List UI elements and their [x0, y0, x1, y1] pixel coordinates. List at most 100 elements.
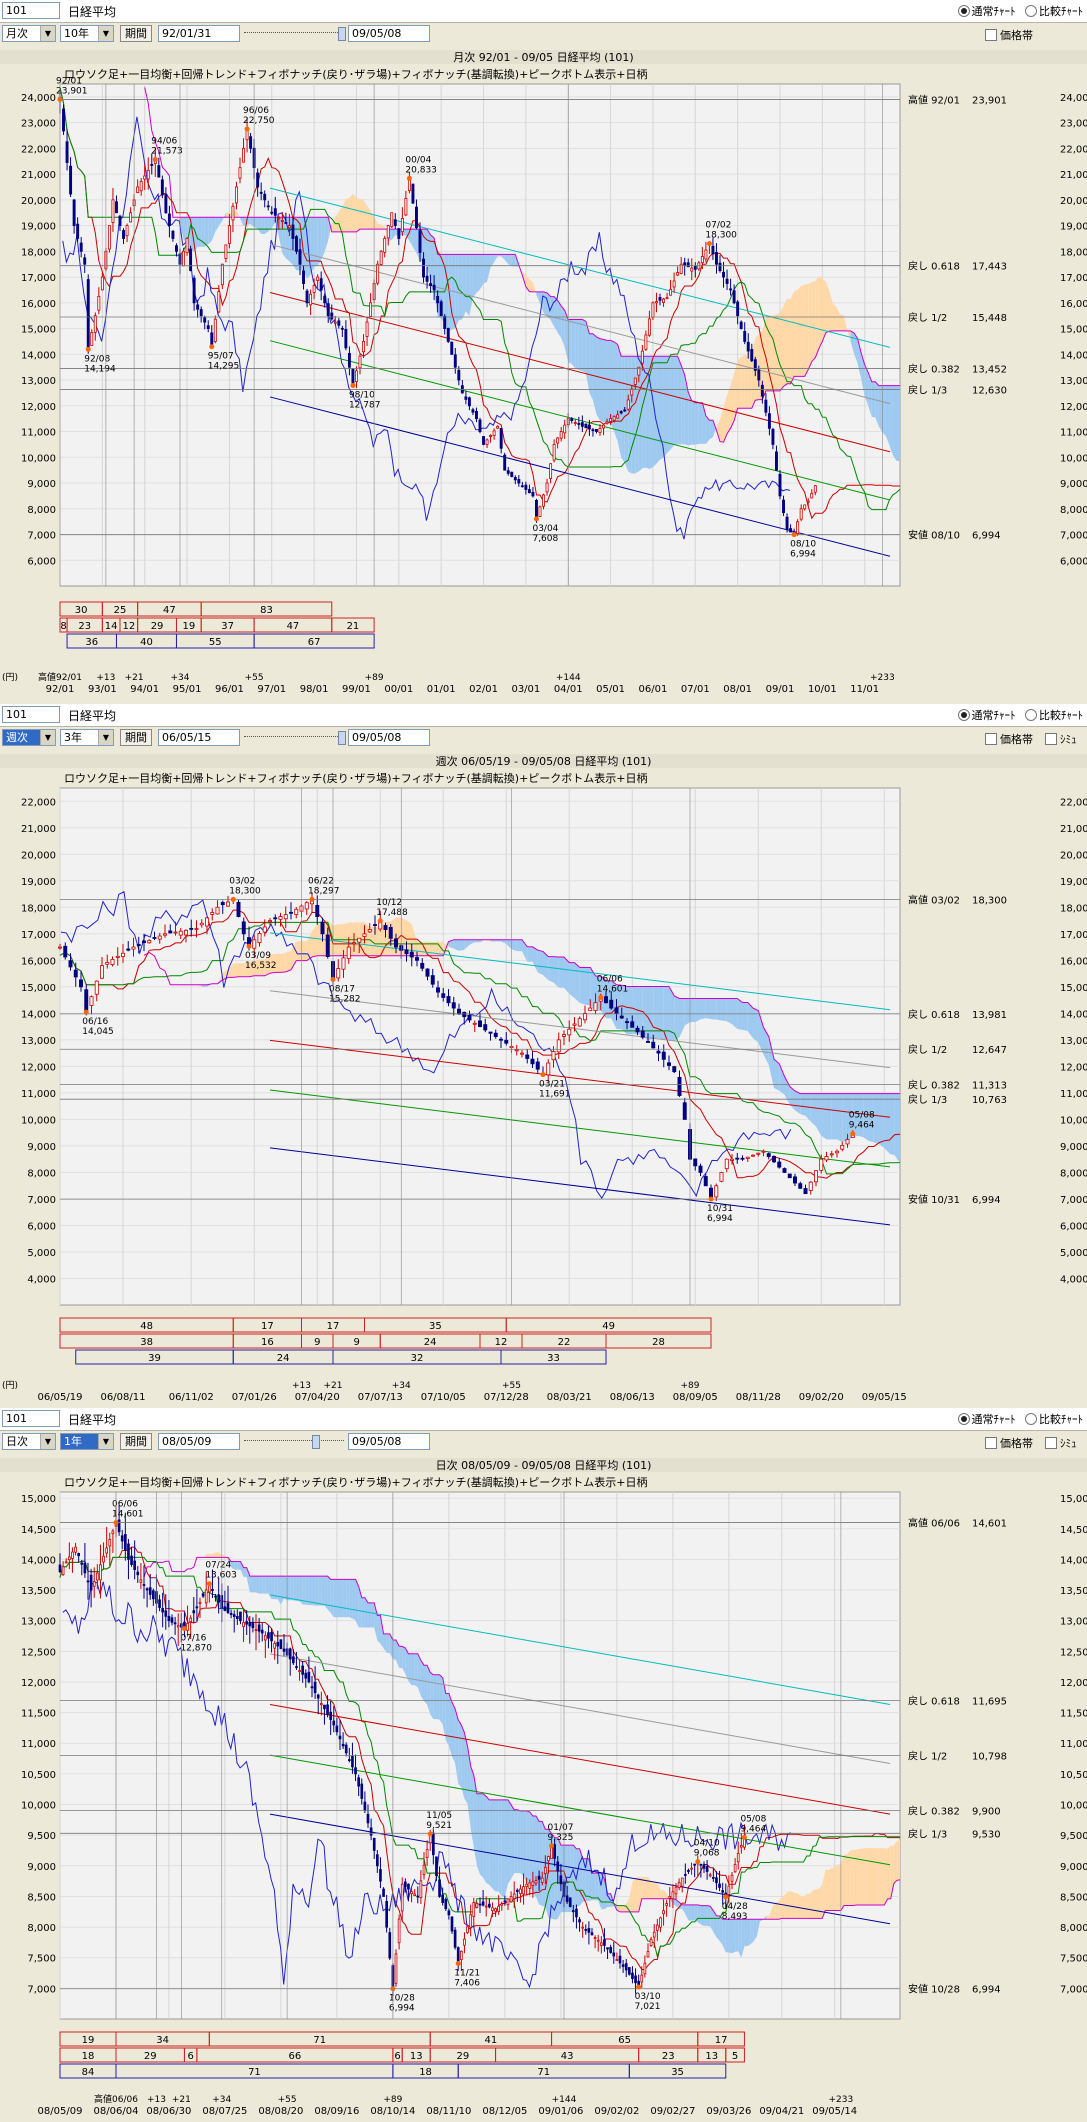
- cycle-count-label: 66: [289, 2051, 302, 2062]
- ichimoku-cloud: [879, 1093, 885, 1148]
- cycle-count-label: 35: [429, 1321, 442, 1332]
- candle-body: [388, 927, 393, 939]
- peak-value-label: 9,068: [694, 1849, 720, 1859]
- ichimoku-cloud: [564, 957, 570, 994]
- fib-level-value: 11,695: [972, 1697, 1007, 1708]
- ichimoku-cloud: [632, 1877, 636, 1912]
- ichimoku-cloud: [321, 1576, 325, 1606]
- chevron-down-icon[interactable]: ▼: [98, 26, 113, 41]
- chevron-down-icon[interactable]: ▼: [40, 1434, 55, 1449]
- code-input[interactable]: 101: [2, 706, 60, 723]
- period-button[interactable]: 期間: [120, 729, 152, 746]
- simulation-checkbox[interactable]: ｼﾐｭ: [1045, 1435, 1077, 1451]
- date-from-input[interactable]: 92/01/31: [158, 25, 240, 42]
- normal-chart-radio[interactable]: [957, 1413, 970, 1425]
- compare-chart-radio[interactable]: [1025, 1413, 1037, 1425]
- candle-body: [785, 516, 789, 530]
- candle-body: [625, 1021, 629, 1024]
- ichimoku-cloud: [781, 1894, 785, 1919]
- period-slider-track[interactable]: [244, 736, 344, 738]
- chevron-down-icon[interactable]: ▼: [40, 26, 55, 41]
- ichimoku-cloud: [716, 998, 722, 1021]
- code-input[interactable]: 101: [2, 2, 60, 19]
- candle-body: [499, 1038, 503, 1041]
- candle-body: [658, 297, 662, 301]
- span-select[interactable]: 1年 ▼: [60, 1433, 114, 1450]
- span-select[interactable]: 10年 ▼: [60, 25, 114, 42]
- time-cycle-label: +89: [365, 673, 384, 683]
- candle-body: [467, 397, 471, 407]
- candle-body: [429, 283, 433, 287]
- period-type-select[interactable]: 月次 ▼: [2, 25, 56, 42]
- candle-body: [252, 939, 257, 949]
- y-tick-label-left: 7,000: [27, 1984, 56, 1995]
- simulation-checkbox[interactable]: ｼﾐｭ: [1045, 731, 1077, 747]
- ichimoku-cloud: [818, 276, 823, 349]
- normal-chart-radio[interactable]: [957, 709, 970, 721]
- date-from-input[interactable]: 06/05/15: [158, 729, 240, 746]
- chevron-down-icon[interactable]: ▼: [98, 1434, 113, 1449]
- date-to-input[interactable]: 09/05/08: [348, 25, 430, 42]
- span-select[interactable]: 3年 ▼: [60, 729, 114, 746]
- cycle-count-label: 6: [394, 2051, 400, 2062]
- y-tick-label-right: 9,000: [1060, 1142, 1087, 1153]
- period-button[interactable]: 期間: [120, 1433, 152, 1450]
- period-slider-handle[interactable]: [312, 1435, 320, 1449]
- normal-chart-label: 通常ﾁｬｰﾄ: [971, 1413, 1016, 1426]
- candle-body: [76, 223, 80, 239]
- period-slider-track[interactable]: [244, 32, 344, 34]
- y-tick-label-left: 18,000: [21, 247, 56, 258]
- candle-body: [362, 933, 367, 937]
- cycle-count-label: 49: [602, 1321, 615, 1332]
- y-tick-label-right: 21,000: [1060, 170, 1087, 181]
- candle-body: [656, 1924, 659, 1931]
- period-type-select[interactable]: 日次 ▼: [2, 1433, 56, 1450]
- ichimoku-cloud: [894, 1093, 900, 1164]
- ichimoku-cloud: [804, 283, 809, 377]
- ichimoku-cloud: [688, 1904, 692, 1921]
- cycle-count-label: 47: [163, 605, 176, 616]
- cycle-count-label: 16: [261, 1337, 274, 1348]
- candle-body: [469, 1914, 473, 1928]
- date-to-input[interactable]: 09/05/08: [348, 1433, 430, 1450]
- y-tick-label-right: 7,000: [1060, 1984, 1087, 1995]
- date-to-input[interactable]: 09/05/08: [348, 729, 430, 746]
- candle-body: [587, 424, 591, 430]
- candle-body: [835, 1150, 839, 1154]
- candle-body: [283, 914, 288, 920]
- candle-body: [302, 270, 305, 284]
- period-slider-handle[interactable]: [338, 731, 346, 745]
- ichimoku-cloud: [631, 356, 636, 474]
- candle-body: [204, 1589, 208, 1604]
- period-button[interactable]: 期間: [120, 25, 152, 42]
- candle-body: [270, 211, 274, 214]
- candle-body: [478, 1903, 482, 1906]
- compare-chart-radio[interactable]: [1025, 709, 1037, 721]
- candle-body: [418, 229, 422, 253]
- candle-body: [376, 263, 380, 284]
- price-band-checkbox[interactable]: 価格帯: [985, 731, 1033, 747]
- candle-body: [553, 1844, 557, 1859]
- price-band-checkbox[interactable]: 価格帯: [985, 1435, 1033, 1451]
- chevron-down-icon[interactable]: ▼: [98, 730, 113, 745]
- period-type-select[interactable]: 週次 ▼: [2, 729, 56, 746]
- y-tick-label-right: 11,500: [1060, 1709, 1087, 1720]
- y-tick-label-right: 10,000: [1060, 1801, 1087, 1812]
- chevron-down-icon[interactable]: ▼: [40, 730, 55, 745]
- candle-body: [572, 1023, 577, 1026]
- compare-chart-radio[interactable]: [1025, 5, 1037, 17]
- candle-body: [472, 1022, 477, 1025]
- normal-chart-radio[interactable]: [957, 5, 970, 17]
- chart-weekly: 週次 06/05/19 - 09/05/08 日経平均 (101) ロウソク足+一…: [0, 750, 1087, 1404]
- candle-body: [189, 927, 194, 930]
- y-tick-label-left: 8,000: [27, 1168, 56, 1179]
- ichimoku-cloud: [656, 356, 660, 464]
- price-band-checkbox[interactable]: 価格帯: [985, 27, 1033, 43]
- date-from-input[interactable]: 08/05/09: [158, 1433, 240, 1450]
- code-input[interactable]: 101: [2, 1410, 60, 1427]
- candle-body: [491, 1907, 494, 1911]
- period-slider-track[interactable]: [244, 1440, 344, 1442]
- candle-body: [715, 1877, 718, 1884]
- candle-body: [623, 409, 627, 412]
- period-slider-handle[interactable]: [338, 27, 346, 41]
